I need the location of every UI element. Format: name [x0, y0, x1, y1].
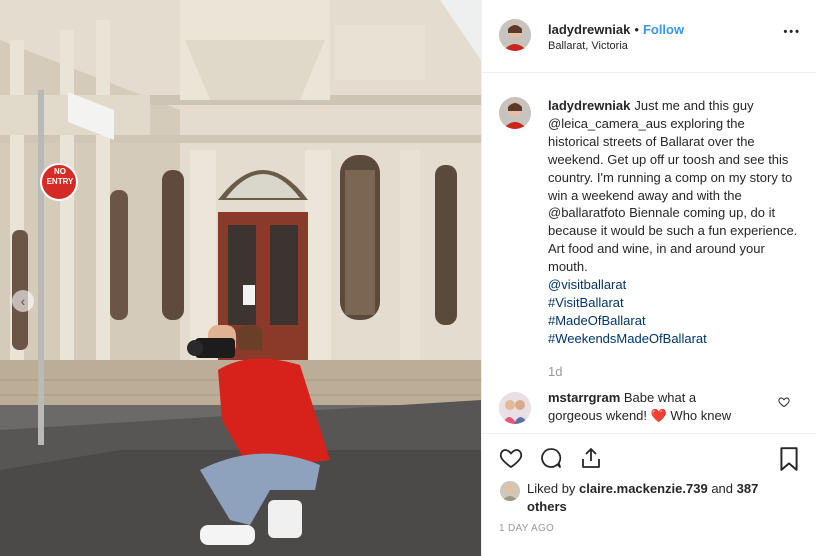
- caption-hashtag-madeofballarat[interactable]: #MadeOfBallarat: [548, 312, 798, 330]
- follow-button[interactable]: Follow: [643, 22, 684, 37]
- post-photo[interactable]: NO ENTRY ‹: [0, 0, 481, 556]
- caption-age: 1d: [548, 364, 563, 379]
- author-username[interactable]: ladydrewniak: [548, 22, 630, 37]
- caption-link-visitballarat[interactable]: @visitballarat: [548, 276, 798, 294]
- liker-avatar[interactable]: [500, 481, 520, 501]
- likes-prefix: Liked by: [527, 481, 576, 496]
- caption-text: Just me and this guy @leica_camera_aus e…: [548, 98, 798, 275]
- action-bar: [482, 433, 816, 480]
- commenter-avatar[interactable]: [499, 392, 531, 424]
- likes-suffix: and: [711, 481, 734, 496]
- post-timestamp[interactable]: 1 DAY AGO: [499, 523, 554, 534]
- commenter-username[interactable]: mstarrgram: [548, 390, 620, 405]
- bookmark-icon[interactable]: [778, 446, 800, 472]
- post-caption: ladydrewniak Just me and this guy @leica_…: [548, 97, 798, 348]
- share-icon[interactable]: [578, 446, 604, 470]
- photo-scene: [0, 0, 481, 556]
- caption-hashtag-visitballarat[interactable]: #VisitBallarat: [548, 294, 798, 312]
- no-entry-sign: NO ENTRY: [40, 167, 80, 187]
- header-line: ladydrewniak • Follow: [548, 21, 684, 39]
- like-comment-icon[interactable]: [778, 396, 790, 408]
- liker-username[interactable]: claire.mackenzie.739: [579, 481, 708, 496]
- sign-line1: NO: [54, 167, 66, 176]
- comments-section[interactable]: ladydrewniak Just me and this guy @leica_…: [482, 73, 816, 433]
- post-location[interactable]: Ballarat, Victoria: [548, 40, 628, 52]
- sign-line2: ENTRY: [46, 177, 74, 186]
- post-header: ladydrewniak • Follow Ballarat, Victoria •…: [482, 0, 816, 73]
- likes-summary: Liked by claire.mackenzie.739 and 387 ot…: [527, 480, 787, 515]
- caption-username[interactable]: ladydrewniak: [548, 98, 630, 113]
- caption-hashtag-weekendsmadeofballarat[interactable]: #WeekendsMadeOfBallarat: [548, 330, 798, 348]
- previous-photo-button[interactable]: ‹: [12, 290, 34, 312]
- caption-author-avatar[interactable]: [499, 97, 531, 129]
- more-options-icon[interactable]: •••: [783, 24, 801, 40]
- author-avatar[interactable]: [499, 19, 531, 51]
- post-panel: ladydrewniak • Follow Ballarat, Victoria •…: [481, 0, 816, 556]
- separator-dot: •: [634, 22, 639, 37]
- comment-icon[interactable]: [538, 446, 564, 470]
- heart-icon[interactable]: [498, 446, 524, 470]
- comment-item: mstarrgram Babe what a gorgeous wkend! ❤…: [548, 389, 748, 425]
